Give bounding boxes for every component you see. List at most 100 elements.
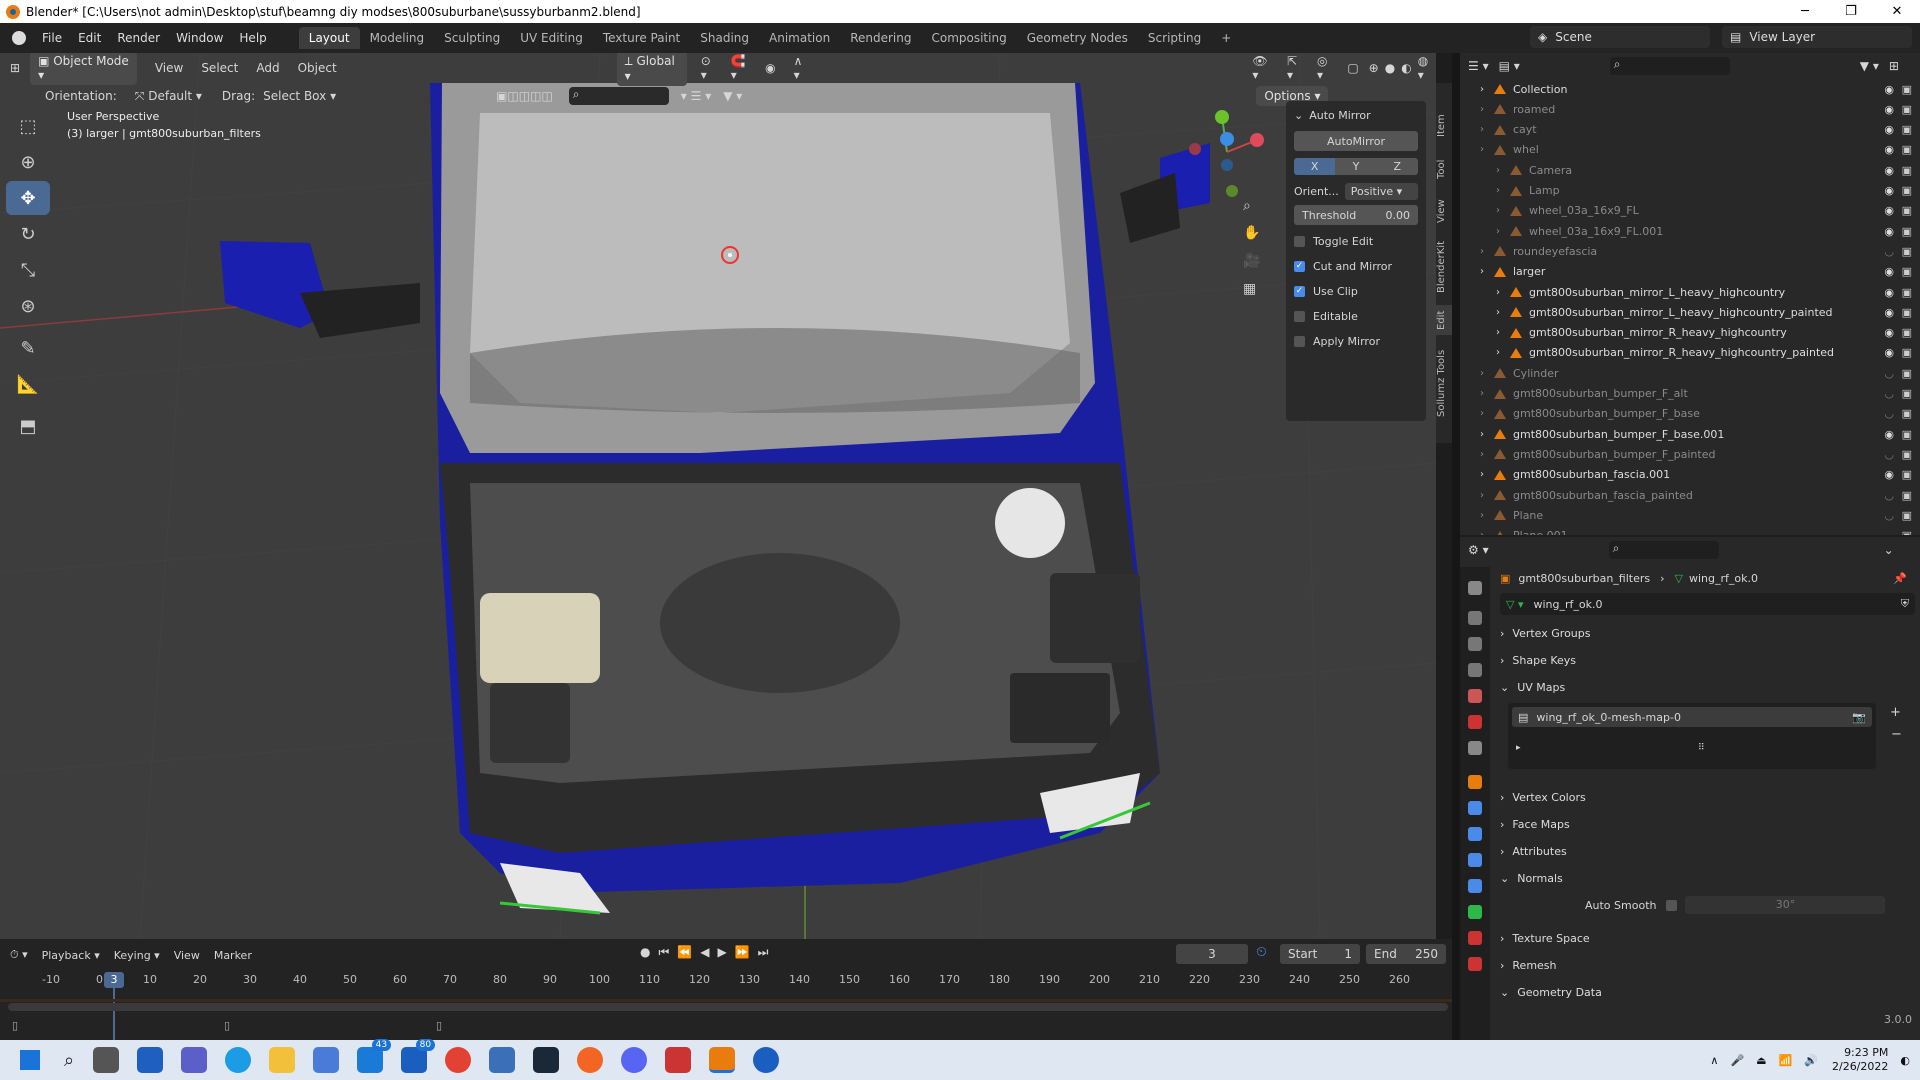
hidden-eye-icon[interactable]: ◡ [1884, 407, 1894, 420]
section-vertex-colors[interactable]: › Vertex Colors [1500, 785, 1915, 809]
area-separator[interactable] [1452, 53, 1460, 1040]
list-resize-handle-icon[interactable]: ⠿ [1698, 743, 1705, 753]
tab-uv-editing[interactable]: UV Editing [510, 27, 593, 49]
modifier-tab-icon[interactable] [1468, 801, 1482, 815]
outliner-row[interactable]: › whel ◉ ▣ [1460, 140, 1920, 160]
expand-chevron-icon[interactable]: › [1480, 449, 1494, 460]
transform-orientation-dropdown[interactable]: ⟂ Global ▾ [616, 53, 687, 86]
mesh-name-field[interactable]: ▽ ▾ wing_rf_ok.0 ⛨ [1500, 593, 1915, 615]
close-button[interactable]: ✕ [1874, 0, 1920, 23]
expand-chevron-icon[interactable]: › [1496, 185, 1510, 196]
auto-smooth-checkbox[interactable] [1666, 899, 1678, 911]
falloff-icon[interactable]: ∧ ▾ [794, 54, 811, 82]
scene-selector[interactable]: ◈ Scene [1530, 26, 1710, 48]
expand-chevron-icon[interactable]: › [1480, 490, 1494, 501]
expand-chevron-icon[interactable]: › [1480, 388, 1494, 399]
timeline-menu-view[interactable]: View [174, 949, 200, 962]
rendered-shading-icon[interactable]: ◍ ▾ [1418, 54, 1436, 82]
visible-eye-icon[interactable]: ◉ [1884, 265, 1894, 278]
render-camera-icon[interactable]: ▣ [1902, 489, 1912, 502]
outliner-row[interactable]: › gmt800suburban_mirror_L_heavy_highcount… [1460, 282, 1920, 302]
section-attributes[interactable]: › Attributes [1500, 839, 1915, 863]
render-camera-icon[interactable]: ▣ [1902, 204, 1912, 217]
new-collection-icon[interactable]: ⊞ [1889, 59, 1899, 73]
file-explorer-icon[interactable] [269, 1047, 296, 1073]
widgets-icon[interactable] [137, 1047, 164, 1073]
timeline-menu-marker[interactable]: Marker [214, 949, 252, 962]
outliner-row[interactable]: › gmt800suburban_fascia_painted ◡ ▣ [1460, 485, 1920, 505]
start-frame-field[interactable]: Start 1 [1280, 944, 1360, 964]
outliner-row[interactable]: › larger ◉ ▣ [1460, 262, 1920, 282]
wireframe-shading-icon[interactable]: ⊕ [1369, 61, 1379, 75]
prev-keyframe-icon[interactable]: ⏪ [677, 945, 692, 960]
tab-layout[interactable]: Layout [298, 27, 360, 49]
hidden-eye-icon[interactable]: ◡ [1884, 245, 1894, 258]
render-camera-icon[interactable]: ▣ [1902, 306, 1912, 319]
jump-end-icon[interactable]: ⏭ [758, 945, 769, 960]
windows-start-icon[interactable] [20, 1050, 40, 1070]
notifications-icon[interactable]: ◐ [1900, 1054, 1910, 1067]
object-tab-icon[interactable] [1468, 775, 1482, 789]
visible-eye-icon[interactable]: ◉ [1884, 164, 1894, 177]
gizmo-neg-y-icon[interactable] [1226, 185, 1238, 197]
tab-modeling[interactable]: Modeling [360, 27, 435, 49]
visible-eye-icon[interactable]: ◉ [1884, 468, 1894, 481]
outliner-row[interactable]: › wheel_03a_16x9_FL ◉ ▣ [1460, 201, 1920, 221]
auto-smooth-angle-field[interactable]: 30° [1685, 896, 1886, 914]
render-camera-icon[interactable]: ▣ [1902, 286, 1912, 299]
tab-shading[interactable]: Shading [690, 27, 759, 49]
outliner-row[interactable]: › gmt800suburban_mirror_R_heavy_highcount… [1460, 343, 1920, 363]
discord-icon[interactable] [621, 1047, 648, 1073]
gizmo-y-axis-icon[interactable] [1215, 110, 1229, 124]
outliner-row[interactable]: › gmt800suburban_bumper_F_base ◡ ▣ [1460, 404, 1920, 424]
visible-eye-icon[interactable]: ◉ [1884, 286, 1894, 299]
section-texture-space[interactable]: › Texture Space [1500, 926, 1915, 950]
toggle-edit-check[interactable] [1294, 235, 1305, 247]
viewport-menu-view[interactable]: View [155, 61, 183, 75]
remove-uv-map-icon[interactable]: − [1891, 727, 1902, 742]
constraints-tab-icon[interactable] [1468, 879, 1482, 893]
render-camera-icon[interactable]: ▣ [1902, 448, 1912, 461]
uv-map-list[interactable]: ▤ wing_rf_ok_0-mesh-map-0 📷 ▸ ⠿ [1508, 703, 1876, 769]
outliner-row[interactable]: › gmt800suburban_mirror_L_heavy_highcount… [1460, 302, 1920, 322]
taskbar-search-icon[interactable]: ⌕ [64, 1050, 74, 1071]
properties-search-input[interactable]: ⌕ [1608, 541, 1719, 559]
play-icon[interactable]: ▶ [717, 945, 726, 960]
outliner-search-input[interactable]: ⌕ [1609, 57, 1730, 75]
display-mode-icon[interactable]: ▤ ▾ [1499, 59, 1520, 73]
material-shading-icon[interactable]: ◐ [1401, 61, 1411, 75]
apply-mirror-check[interactable] [1294, 335, 1305, 347]
tab-sollumz-tools[interactable]: Sollumz Tools [1436, 343, 1452, 423]
render-camera-icon[interactable]: ▣ [1902, 184, 1912, 197]
render-camera-icon[interactable]: ▣ [1902, 509, 1912, 522]
outliner-row[interactable]: › Plane ◡ ▣ [1460, 505, 1920, 525]
store-app-icon[interactable]: 80 [401, 1039, 436, 1073]
expand-chevron-icon[interactable]: › [1480, 530, 1494, 535]
cursor-tool[interactable]: ⊕ [6, 145, 50, 179]
tab-sculpting[interactable]: Sculpting [434, 27, 510, 49]
menu-edit[interactable]: Edit [70, 31, 109, 45]
apply-mirror-checkbox[interactable]: Apply Mirror [1294, 331, 1418, 351]
solid-shading-icon[interactable]: ● [1385, 61, 1395, 75]
outliner-row[interactable]: › Collection ◉ ▣ [1460, 79, 1920, 99]
add-uv-map-icon[interactable]: + [1890, 705, 1901, 720]
menu-help[interactable]: Help [231, 31, 274, 45]
gizmo-neg-z-icon[interactable] [1221, 159, 1233, 171]
render-camera-icon[interactable]: ▣ [1902, 245, 1912, 258]
outliner-row[interactable]: › roamed ◉ ▣ [1460, 99, 1920, 119]
drag-dropdown[interactable]: Select Box ▾ [263, 89, 336, 103]
render-camera-icon[interactable]: ▣ [1902, 367, 1912, 380]
tab-tool[interactable]: Tool [1436, 151, 1452, 187]
app-dots-icon[interactable] [577, 1047, 604, 1073]
end-frame-field[interactable]: End 250 [1366, 944, 1446, 964]
outliner-row[interactable]: › gmt800suburban_mirror_R_heavy_highcount… [1460, 323, 1920, 343]
tray-overflow-icon[interactable]: ∧ [1710, 1054, 1718, 1067]
tab-rendering[interactable]: Rendering [840, 27, 921, 49]
render-camera-icon[interactable]: ▣ [1902, 265, 1912, 278]
expand-chevron-icon[interactable]: › [1496, 327, 1510, 338]
section-uv-maps[interactable]: ⌄ UV Maps [1500, 675, 1915, 699]
camera-view-icon[interactable]: 🎥 [1243, 253, 1260, 269]
orientation-dropdown[interactable]: ⤧ Default ▾ [135, 89, 202, 104]
outliner-row[interactable]: › Lamp ◉ ▣ [1460, 181, 1920, 201]
outliner-row[interactable]: › Plane.001 ◡ ▣ [1460, 526, 1920, 535]
